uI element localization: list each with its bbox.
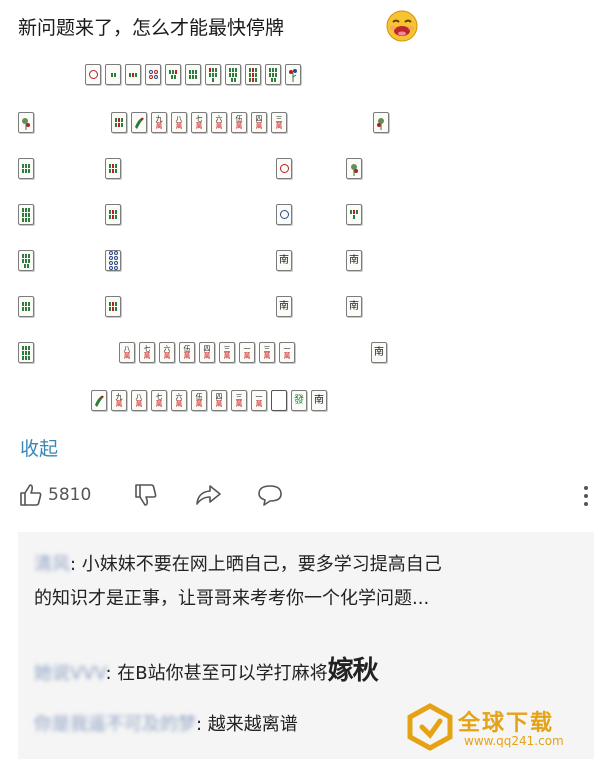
tile-hand-3-wan: 三萬: [231, 390, 247, 411]
tile-lower-3-wan-b: 三萬: [259, 342, 275, 363]
tile-hand-1-wan: 一萬: [251, 390, 267, 411]
tile-col4-south-2: 南: [346, 296, 362, 317]
collapse-link[interactable]: 收起: [20, 434, 58, 461]
comment-1: 清风: 小妹妹不要在网上晒自己，要多学习提高自己: [34, 554, 442, 575]
comment-button[interactable]: [256, 482, 284, 508]
tile-col4-south-1: 南: [346, 250, 362, 271]
tile-flower-right: [373, 112, 389, 133]
like-count: 5810: [48, 485, 92, 505]
tile-lower-8-wan: 八萬: [119, 342, 135, 363]
tile-5-bamboo: [165, 64, 181, 85]
tile-hand-south: 南: [311, 390, 327, 411]
watermark: 全球下载 www.qq241.com: [406, 703, 584, 751]
tile-1-circle: [85, 64, 101, 85]
tile-col4-bamboo: [346, 204, 362, 225]
tile-hand-5-wan: 伍萬: [191, 390, 207, 411]
tile-col3-circle-2: [276, 204, 292, 225]
comment-3: 你是我遥不可及的梦: 越来越离谱: [34, 714, 298, 735]
comment-bubble-icon: [258, 485, 282, 506]
tile-left-col-2: [18, 204, 34, 225]
tile-lower-1-wan-b: 一萬: [279, 342, 295, 363]
comment-preview-panel[interactable]: 清风: 小妹妹不要在网上晒自己，要多学习提高自己 的知识才是正事，让哥哥来考考你…: [18, 532, 594, 759]
tile-6-bamboo: [185, 64, 201, 85]
more-options-icon[interactable]: [584, 486, 588, 510]
tile-col3-circle-1: [276, 158, 292, 179]
watermark-url: www.qq241.com: [464, 734, 564, 748]
tile-col4-flower: [346, 158, 362, 179]
tile-col2-3: [105, 250, 121, 271]
comment-1-continued: 的知识才是正事，让哥哥来考考你一个化学问题...: [34, 583, 429, 615]
tile-hand-8-wan: 八萬: [131, 390, 147, 411]
tile-1-bamboo-bird: [131, 112, 147, 133]
tile-3-bamboo: [125, 64, 141, 85]
tile-lower-7-wan: 七萬: [139, 342, 155, 363]
tile-hand-4-wan: 四萬: [211, 390, 227, 411]
tile-9-wan: 九萬: [151, 112, 167, 133]
comment-text: 在B站你甚至可以学打麻将: [117, 663, 328, 684]
comment-username[interactable]: 你是我遥不可及的梦: [34, 714, 196, 735]
tile-3-wan: 三萬: [271, 112, 287, 133]
tile-9-bamboo: [245, 64, 261, 85]
tile-lower-3-wan: 三萬: [219, 342, 235, 363]
tile-lower-6-wan: 六萬: [159, 342, 175, 363]
comment-text: 小妹妹不要在网上晒自己，要多学习提高自己: [81, 554, 442, 575]
watermark-logo-icon: [407, 703, 453, 751]
tile-7-bamboo: [205, 64, 221, 85]
tile-hand-bird: [91, 390, 107, 411]
tile-2-bamboo: [105, 64, 121, 85]
tile-hand-7-wan: 七萬: [151, 390, 167, 411]
tile-hand-9-wan: 九萬: [111, 390, 127, 411]
tile-hand-green-dragon: 發: [291, 390, 307, 411]
tile-4-circle: [145, 64, 161, 85]
tile-hand-6-wan: 六萬: [171, 390, 187, 411]
comment-text: 越来越离谱: [207, 714, 298, 735]
share-button[interactable]: [194, 482, 222, 508]
action-bar: 5810: [18, 482, 588, 512]
post-title: 新问题来了，怎么才能最快停牌: [18, 17, 285, 39]
tile-6-wan: 六萬: [211, 112, 227, 133]
like-button[interactable]: 5810: [18, 482, 91, 508]
tile-left-col-5: [18, 342, 34, 363]
tile-7-wan: 七萬: [191, 112, 207, 133]
thumbs-down-icon: [135, 484, 157, 506]
tile-left-col-4: [18, 296, 34, 317]
tile-flower: [285, 64, 301, 85]
tile-col3-south-2: 南: [276, 296, 292, 317]
tile-lower-1-wan: 一萬: [239, 342, 255, 363]
thumbs-up-icon: [20, 484, 42, 506]
tile-flower-left: [18, 112, 34, 133]
dislike-button[interactable]: [133, 482, 159, 508]
comment-signature: 嫁秋: [327, 656, 379, 686]
tile-bamboo-mixed: [111, 112, 127, 133]
tile-col3-south-1: 南: [276, 250, 292, 271]
comment-2: 她说VVV: 在B站你甚至可以学打麻将嫁秋: [34, 656, 379, 686]
tile-left-col-3: [18, 250, 34, 271]
comment-username[interactable]: 清风: [34, 554, 70, 575]
share-arrow-icon: [196, 485, 221, 505]
tile-lower-4-wan: 四萬: [199, 342, 215, 363]
tile-hand-white-dragon: [271, 390, 287, 411]
laughing-face-icon: [386, 10, 418, 42]
comment-username[interactable]: 她说VVV: [34, 663, 105, 684]
tile-col2-2: [105, 204, 121, 225]
tile-8-bamboo-b: [265, 64, 281, 85]
tile-5-wan: 伍萬: [231, 112, 247, 133]
tile-8-bamboo: [225, 64, 241, 85]
watermark-brand: 全球下载: [458, 711, 555, 736]
tile-lower-south: 南: [371, 342, 387, 363]
tile-lower-5-wan: 伍萬: [179, 342, 195, 363]
tile-8-wan: 八萬: [171, 112, 187, 133]
tile-col2-1: [105, 158, 121, 179]
tile-left-col-1: [18, 158, 34, 179]
comment-text: 的知识才是正事，让哥哥来考考你一个化学问题...: [34, 588, 430, 609]
tile-4-wan: 四萬: [251, 112, 267, 133]
tile-col2-4: [105, 296, 121, 317]
